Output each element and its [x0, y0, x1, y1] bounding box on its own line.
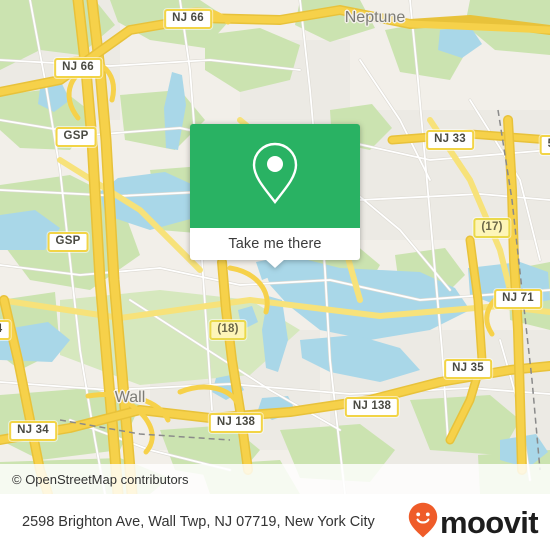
- road-shield-nj34[interactable]: NJ 34: [9, 421, 57, 441]
- road-shield-nj138-west[interactable]: NJ 138: [208, 413, 264, 433]
- road-shield-nj66-north[interactable]: NJ 66: [164, 9, 212, 29]
- road-shield-gsp-lower[interactable]: GSP: [47, 232, 89, 252]
- map-attribution-bar: © OpenStreetMap contributors: [0, 464, 550, 494]
- road-shield-nj35[interactable]: NJ 35: [444, 359, 492, 379]
- place-label-wall: Wall: [114, 389, 146, 406]
- footer-bar: 2598 Brighton Ave, Wall Twp, NJ 07719, N…: [0, 494, 550, 550]
- road-shield-nj33[interactable]: NJ 33: [426, 130, 474, 150]
- location-pin-icon: [247, 139, 303, 214]
- road-shield-nj138-east[interactable]: NJ 138: [344, 397, 400, 417]
- road-shield-nj71[interactable]: NJ 71: [494, 289, 542, 309]
- place-label-neptune: Neptune: [344, 9, 406, 26]
- road-shield-18[interactable]: (18): [209, 320, 247, 340]
- map-canvas[interactable]: .g { fill:#cbe3b0; } .g2 { fill:#d6e8be;…: [0, 0, 550, 494]
- popup-pointer-tail: [265, 259, 285, 268]
- take-me-there-label: Take me there: [228, 236, 322, 252]
- osm-attribution-text[interactable]: © OpenStreetMap contributors: [12, 472, 189, 487]
- road-shield-17[interactable]: (17): [473, 218, 511, 238]
- road-shield-gsp-upper[interactable]: GSP: [55, 127, 97, 147]
- popup-header: [190, 124, 360, 228]
- road-shield-nj66-west[interactable]: NJ 66: [54, 58, 102, 78]
- moovit-wordmark: moovit: [439, 504, 539, 540]
- moovit-map-screenshot: .g { fill:#cbe3b0; } .g2 { fill:#d6e8be;…: [0, 0, 550, 550]
- destination-popup-card[interactable]: Take me there: [190, 124, 360, 268]
- popup-action-bar[interactable]: Take me there: [190, 228, 360, 268]
- moovit-smiley-pin-icon: [408, 502, 438, 543]
- address-text: 2598 Brighton Ave, Wall Twp, NJ 07719, N…: [22, 513, 375, 530]
- road-shield-clipped-right[interactable]: 5: [539, 135, 550, 155]
- moovit-logo[interactable]: moovit: [408, 502, 539, 543]
- road-shield-clipped-left[interactable]: 4: [0, 320, 11, 340]
